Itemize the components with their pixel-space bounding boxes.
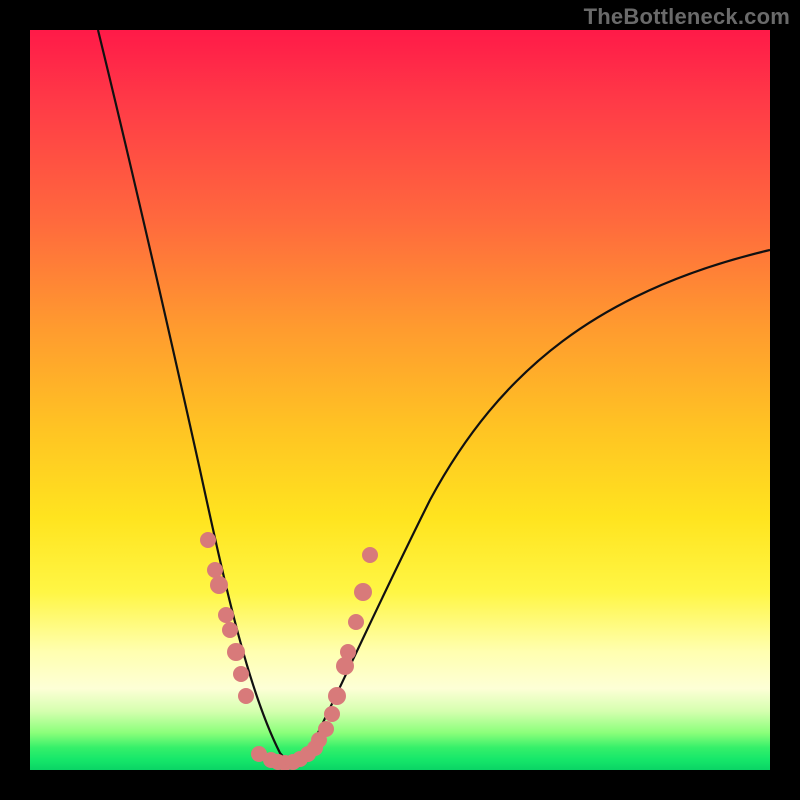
data-point: [207, 562, 223, 578]
curve-path: [98, 30, 770, 762]
marker-cluster-valley: [251, 746, 316, 770]
data-point: [340, 644, 356, 660]
data-point: [328, 687, 346, 705]
data-point: [354, 583, 372, 601]
data-point: [227, 643, 245, 661]
data-point: [222, 622, 238, 638]
marker-cluster-left: [200, 532, 254, 704]
marker-cluster-right: [307, 547, 378, 756]
data-point: [362, 547, 378, 563]
data-point: [218, 607, 234, 623]
bottleneck-curve: [30, 30, 770, 770]
data-point: [324, 706, 340, 722]
data-point: [210, 576, 228, 594]
data-point: [348, 614, 364, 630]
data-point: [233, 666, 249, 682]
data-point: [336, 657, 354, 675]
data-point: [238, 688, 254, 704]
plot-area: [30, 30, 770, 770]
data-point: [318, 721, 334, 737]
figure-frame: TheBottleneck.com: [0, 0, 800, 800]
data-point: [200, 532, 216, 548]
watermark-text: TheBottleneck.com: [584, 4, 790, 30]
